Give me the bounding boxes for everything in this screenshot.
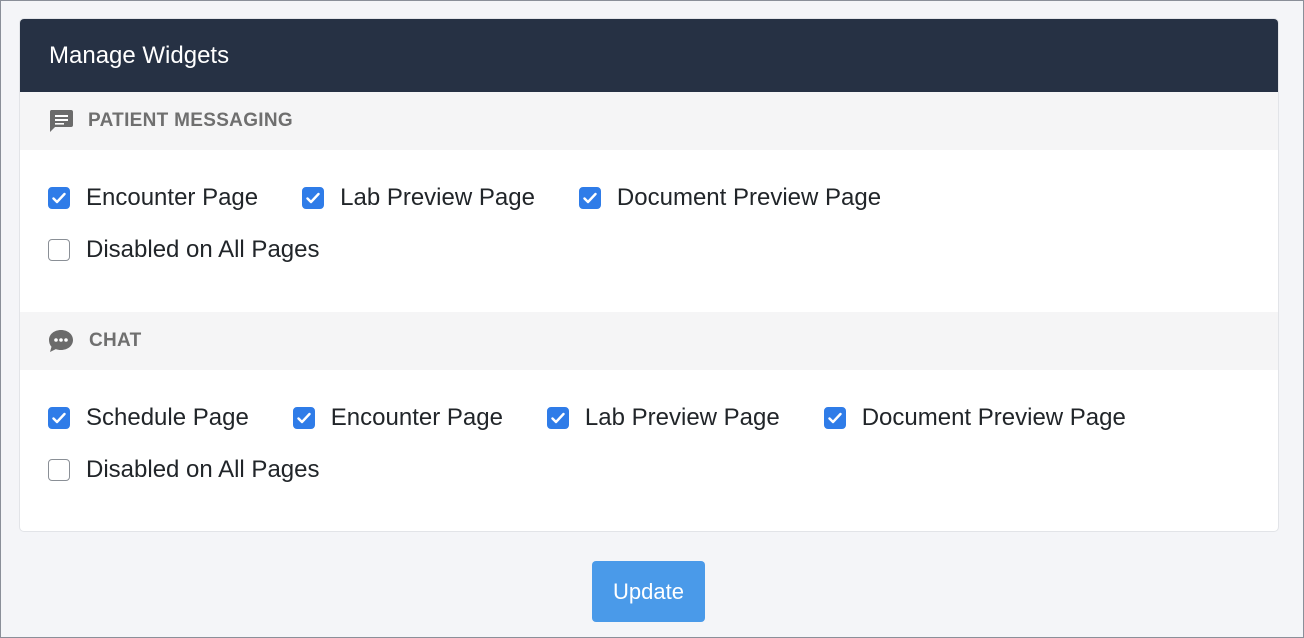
section-header-chat: CHAT [20,312,1278,370]
checkbox-checked[interactable] [546,407,569,429]
option-label: Schedule Page [86,404,249,431]
message-icon [48,109,74,133]
checkbox-checked[interactable] [48,187,70,209]
checkbox-checked[interactable] [48,407,70,429]
checkbox-checked[interactable] [823,407,846,429]
options-row: Encounter Page Lab Preview Page Document… [48,172,1250,224]
update-button[interactable]: Update [592,561,705,622]
section-header-patient-messaging: PATIENT MESSAGING [20,92,1278,150]
checkbox-unchecked[interactable] [48,239,70,261]
checkbox-unchecked[interactable] [48,459,70,481]
option-label: Disabled on All Pages [86,236,320,263]
chat-icon [47,328,75,354]
option-lab-preview-page[interactable]: Lab Preview Page [302,184,535,212]
option-label: Document Preview Page [616,184,882,211]
section-body-chat: Schedule Page Encounter Page Lab Preview… [20,370,1278,496]
options-row: Disabled on All Pages [48,224,1250,276]
option-lab-preview-page[interactable]: Lab Preview Page [546,404,780,432]
option-label: Disabled on All Pages [86,456,320,483]
option-label: Encounter Page [330,404,503,431]
option-label: Lab Preview Page [584,404,780,431]
option-label: Encounter Page [86,184,259,211]
option-schedule-page[interactable]: Schedule Page [48,404,249,432]
option-encounter-page[interactable]: Encounter Page [48,184,258,212]
option-document-preview-page[interactable]: Document Preview Page [578,184,882,212]
manage-widgets-card: Manage Widgets PATIENT MESSAGING Encount… [19,18,1279,532]
option-label: Lab Preview Page [340,184,535,211]
option-disabled-all-pages[interactable]: Disabled on All Pages [48,456,319,484]
section-title: PATIENT MESSAGING [88,110,293,131]
options-row: Disabled on All Pages [48,444,1250,496]
option-document-preview-page[interactable]: Document Preview Page [823,404,1126,432]
section-title: CHAT [89,330,142,351]
checkbox-checked[interactable] [302,187,325,209]
option-disabled-all-pages[interactable]: Disabled on All Pages [48,236,319,264]
option-label: Document Preview Page [861,404,1126,431]
option-encounter-page[interactable]: Encounter Page [292,404,503,432]
section-body-patient-messaging: Encounter Page Lab Preview Page Document… [20,150,1278,312]
options-row: Schedule Page Encounter Page Lab Preview… [48,392,1250,444]
card-header: Manage Widgets [20,19,1278,92]
card-title: Manage Widgets [49,41,230,69]
checkbox-checked[interactable] [292,407,315,429]
checkbox-checked[interactable] [578,187,601,209]
